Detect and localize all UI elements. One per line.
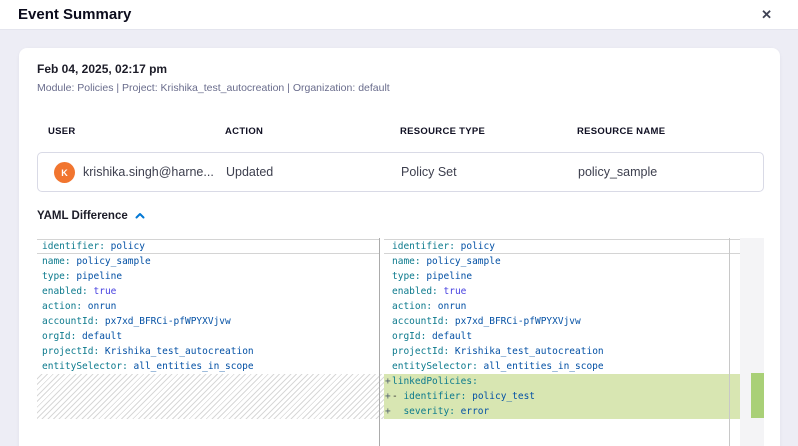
plus-marker: + <box>385 389 391 404</box>
diff-code-line: orgId: default <box>384 329 740 344</box>
event-card: Feb 04, 2025, 02:17 pm Module: Policies … <box>19 48 780 446</box>
table-row[interactable]: K krishika.singh@harne... Updated Policy… <box>37 152 764 192</box>
diff-code-line: enabled: true <box>384 284 740 299</box>
yaml-diff-editor: identifier: policyname: policy_sampletyp… <box>37 238 764 446</box>
overview-ruler[interactable] <box>740 238 764 446</box>
column-header-resource-type: RESOURCE TYPE <box>400 126 485 137</box>
resource-type-cell: Policy Set <box>401 153 457 191</box>
user-cell: krishika.singh@harne... <box>83 153 214 191</box>
diff-code-line: identifier: policy <box>384 239 740 254</box>
event-meta: Module: Policies | Project: Krishika_tes… <box>37 81 764 95</box>
diff-code-line: accountId: px7xd_BFRCi-pfWPYXVjvw <box>384 314 740 329</box>
diff-code-line: orgId: default <box>37 329 379 344</box>
diff-code-line: projectId: Krishika_test_autocreation <box>384 344 740 359</box>
close-icon[interactable]: ✕ <box>761 8 772 21</box>
diff-pane-left[interactable]: identifier: policyname: policy_sampletyp… <box>37 238 379 446</box>
diff-code-line: enabled: true <box>37 284 379 299</box>
diff-code-line: action: onrun <box>37 299 379 314</box>
diff-code-line: accountId: px7xd_BFRCi-pfWPYXVjvw <box>37 314 379 329</box>
diff-added-marker <box>751 373 764 418</box>
action-cell: Updated <box>226 153 273 191</box>
diff-code-line: type: pipeline <box>37 269 379 284</box>
diff-sash[interactable] <box>379 238 380 446</box>
diff-added-line: +- identifier: policy_test <box>384 389 740 404</box>
page-title: Event Summary <box>18 6 131 23</box>
diff-code-line: type: pipeline <box>384 269 740 284</box>
column-header-resource-name: RESOURCE NAME <box>577 126 665 137</box>
diff-collapsed-placeholder <box>37 374 384 419</box>
event-timestamp: Feb 04, 2025, 02:17 pm <box>37 61 764 77</box>
yaml-difference-header: YAML Difference <box>37 209 764 223</box>
column-header-user: USER <box>48 126 76 137</box>
diff-code-line: name: policy_sample <box>37 254 379 269</box>
column-header-action: ACTION <box>225 126 263 137</box>
diff-code-line: identifier: policy <box>37 239 379 254</box>
modal-header: Event Summary ✕ <box>0 0 798 30</box>
avatar: K <box>54 162 75 183</box>
diff-code-line: entitySelector: all_entities_in_scope <box>37 359 379 374</box>
diff-code-line: name: policy_sample <box>384 254 740 269</box>
resource-name-cell: policy_sample <box>578 153 657 191</box>
plus-marker: + <box>385 374 391 389</box>
diff-code-line: entitySelector: all_entities_in_scope <box>384 359 740 374</box>
plus-marker: + <box>385 404 391 419</box>
diff-code-line: projectId: Krishika_test_autocreation <box>37 344 379 359</box>
yaml-difference-label: YAML Difference <box>37 210 128 222</box>
diff-code-line: action: onrun <box>384 299 740 314</box>
diff-added-line: +linkedPolicies: <box>384 374 740 389</box>
scrollbar-edge <box>729 238 730 446</box>
diff-pane-right[interactable]: identifier: policyname: policy_sampletyp… <box>384 238 740 446</box>
modal-body: Feb 04, 2025, 02:17 pm Module: Policies … <box>0 30 798 446</box>
table-header: USER ACTION RESOURCE TYPE RESOURCE NAME <box>37 126 764 138</box>
diff-added-line: + severity: error <box>384 404 740 419</box>
chevron-up-icon[interactable] <box>134 210 146 222</box>
